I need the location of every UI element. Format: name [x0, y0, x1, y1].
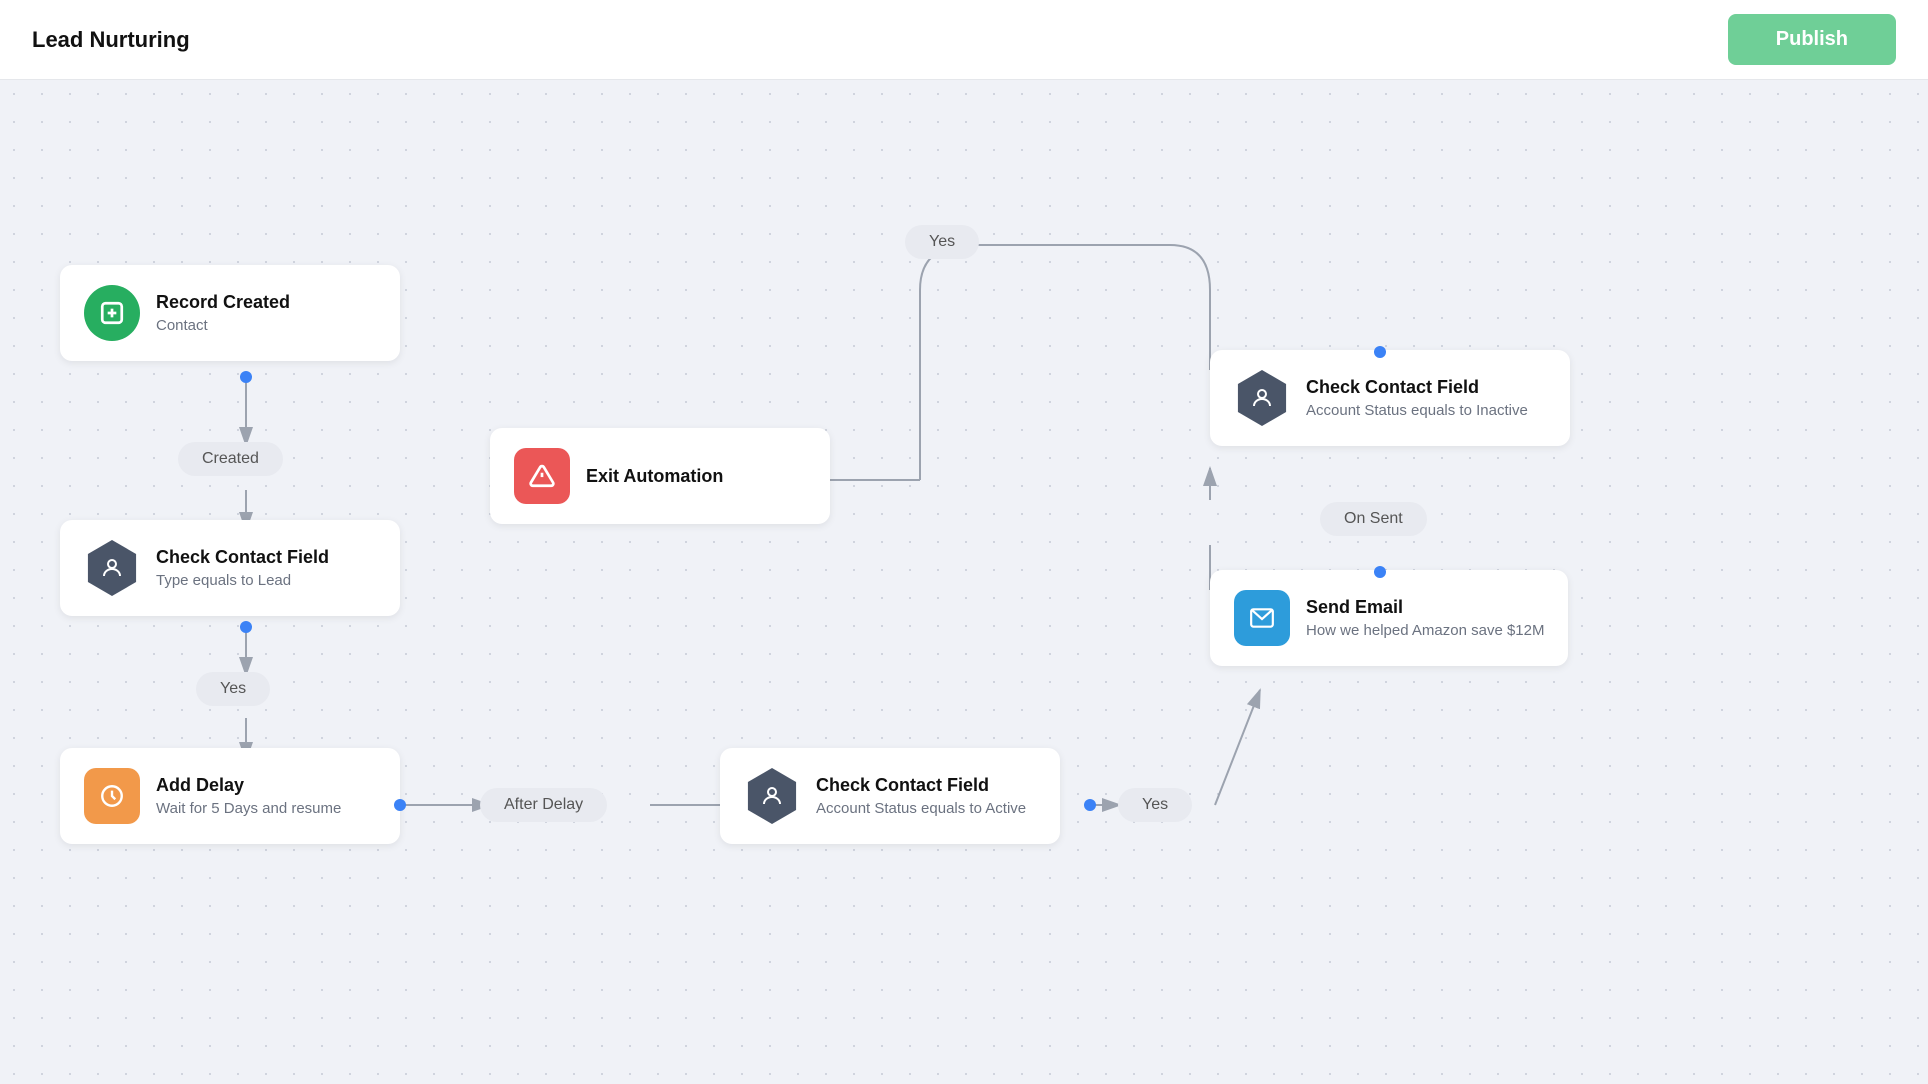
send-email-icon: [1234, 590, 1290, 646]
check-field-type-subtitle: Type equals to Lead: [156, 572, 329, 589]
add-delay-subtitle: Wait for 5 Days and resume: [156, 800, 341, 817]
check-field-inactive-subtitle: Account Status equals to Inactive: [1306, 402, 1528, 419]
exit-automation-node[interactable]: Exit Automation: [490, 428, 830, 524]
exit-automation-icon: [514, 448, 570, 504]
check-field-type-text: Check Contact Field Type equals to Lead: [156, 547, 329, 589]
record-created-title: Record Created: [156, 292, 290, 313]
check-field-inactive-node[interactable]: Check Contact Field Account Status equal…: [1210, 350, 1570, 446]
exit-automation-text: Exit Automation: [586, 466, 723, 487]
dot-send-email-top: [1374, 566, 1386, 578]
check-field-active-text: Check Contact Field Account Status equal…: [816, 775, 1026, 817]
line-yes-to-sendemail: [1215, 690, 1260, 805]
check-field-active-title: Check Contact Field: [816, 775, 1026, 796]
yes-label-2: Yes: [1118, 788, 1192, 822]
add-delay-text: Add Delay Wait for 5 Days and resume: [156, 775, 341, 817]
check-field-active-node[interactable]: Check Contact Field Account Status equal…: [720, 748, 1060, 844]
record-created-icon: [84, 285, 140, 341]
dot-record-created-bottom: [240, 371, 252, 383]
add-delay-icon: [84, 768, 140, 824]
check-field-active-icon: [744, 768, 800, 824]
publish-button[interactable]: Publish: [1728, 14, 1896, 65]
check-field-inactive-title: Check Contact Field: [1306, 377, 1528, 398]
created-label: Created: [178, 442, 283, 476]
check-field-inactive-icon: [1234, 370, 1290, 426]
send-email-subtitle: How we helped Amazon save $12M: [1306, 622, 1544, 639]
dot-check-active-right: [1084, 799, 1096, 811]
workflow-canvas: Record Created Contact Created Check Con…: [0, 80, 1928, 1084]
add-delay-title: Add Delay: [156, 775, 341, 796]
check-field-active-subtitle: Account Status equals to Active: [816, 800, 1026, 817]
check-field-type-node[interactable]: Check Contact Field Type equals to Lead: [60, 520, 400, 616]
yes-label-1: Yes: [196, 672, 270, 706]
check-field-inactive-text: Check Contact Field Account Status equal…: [1306, 377, 1528, 419]
send-email-title: Send Email: [1306, 597, 1544, 618]
on-sent-label: On Sent: [1320, 502, 1427, 536]
dot-check-type-bottom: [240, 621, 252, 633]
check-field-type-title: Check Contact Field: [156, 547, 329, 568]
yes-label-3: Yes: [905, 225, 979, 259]
exit-automation-title: Exit Automation: [586, 466, 723, 487]
dot-check-inactive-top: [1374, 346, 1386, 358]
record-created-node[interactable]: Record Created Contact: [60, 265, 400, 361]
page-title: Lead Nurturing: [32, 27, 190, 53]
header: Lead Nurturing Publish: [0, 0, 1928, 80]
record-created-text: Record Created Contact: [156, 292, 290, 334]
check-field-type-icon: [84, 540, 140, 596]
after-delay-label: After Delay: [480, 788, 607, 822]
send-email-node[interactable]: Send Email How we helped Amazon save $12…: [1210, 570, 1568, 666]
add-delay-node[interactable]: Add Delay Wait for 5 Days and resume: [60, 748, 400, 844]
send-email-text: Send Email How we helped Amazon save $12…: [1306, 597, 1544, 639]
path-inactive-to-yes: [920, 245, 1210, 480]
record-created-subtitle: Contact: [156, 317, 290, 334]
dot-delay-right: [394, 799, 406, 811]
